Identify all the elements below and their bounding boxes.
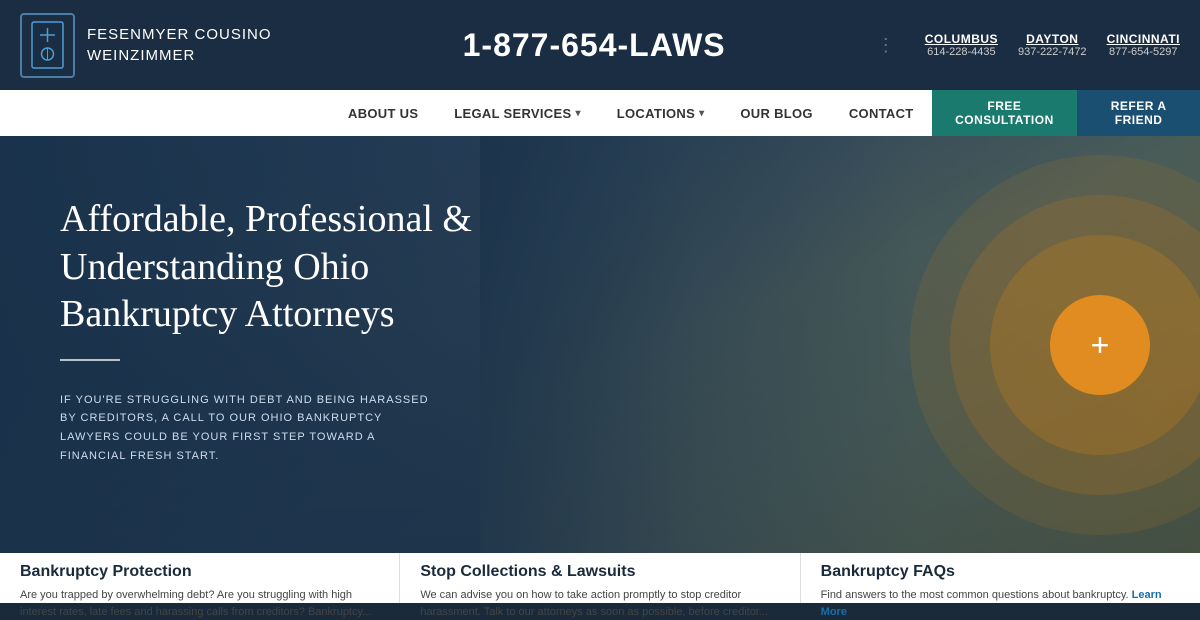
card-2-title: Stop Collections & Lawsuits [420,563,779,581]
nav-about-us[interactable]: ABOUT US [330,90,436,136]
nav-legal-services[interactable]: LEGAL SERVICES ▾ [436,90,598,136]
chevron-down-icon: ▾ [575,108,580,119]
circle-center-button[interactable]: + [1050,295,1150,395]
top-offices: ⋮ COLUMBUS 614-228-4435 DAYTON 937-222-7… [877,32,1180,58]
bottom-cards: Bankruptcy Protection Are you trapped by… [0,553,1200,603]
office-dayton[interactable]: DAYTON 937-222-7472 [1018,32,1087,58]
card-bankruptcy-protection: Bankruptcy Protection Are you trapped by… [0,553,400,603]
office-columbus[interactable]: COLUMBUS 614-228-4435 [925,32,998,58]
nav-locations[interactable]: LOCATIONS ▾ [599,90,723,136]
card-1-title: Bankruptcy Protection [20,563,379,581]
hero-section: Affordable, Professional & Understanding… [0,136,1200,553]
chevron-down-icon: ▾ [699,108,704,119]
nav-bar: ABOUT US LEGAL SERVICES ▾ LOCATIONS ▾ OU… [0,90,1200,136]
nav-buttons: FREE CONSULTATION REFER A FRIEND [932,90,1200,136]
nav-contact[interactable]: CONTACT [831,90,932,136]
card-stop-collections: Stop Collections & Lawsuits We can advis… [400,553,800,603]
logo-icon [20,13,75,78]
hero-subtitle: IF YOU'RE STRUGGLING WITH DEBT AND BEING… [60,391,440,466]
hero-title: Affordable, Professional & Understanding… [60,196,490,339]
top-bar: Fesenmyer Cousino Weinzimmer 1-877-654-L… [0,0,1200,90]
card-3-text: Find answers to the most common question… [821,587,1180,620]
plus-icon: + [1091,329,1110,361]
nav-our-blog[interactable]: OUR BLOG [722,90,830,136]
hero-content: Affordable, Professional & Understanding… [0,136,550,505]
phone-area: 1-877-654-LAWS [272,27,877,64]
card-bankruptcy-faqs: Bankruptcy FAQs Find answers to the most… [801,553,1200,603]
circle-decoration[interactable]: + [1050,295,1150,395]
office-cincinnati[interactable]: CINCINNATI 877-654-5297 [1107,32,1180,58]
logo-text: Fesenmyer Cousino Weinzimmer [87,24,272,66]
hero-divider [60,359,120,361]
phone-number[interactable]: 1-877-654-LAWS [463,27,726,63]
dots-separator: ⋮ [877,35,895,56]
card-3-title: Bankruptcy FAQs [821,563,1180,581]
free-consultation-button[interactable]: FREE CONSULTATION [932,90,1078,136]
card-2-text: We can advise you on how to take action … [420,587,779,620]
refer-friend-button[interactable]: REFER A FRIEND [1077,90,1200,136]
logo-area: Fesenmyer Cousino Weinzimmer [20,13,272,78]
card-1-text: Are you trapped by overwhelming debt? Ar… [20,587,379,620]
nav-links: ABOUT US LEGAL SERVICES ▾ LOCATIONS ▾ OU… [330,90,932,136]
